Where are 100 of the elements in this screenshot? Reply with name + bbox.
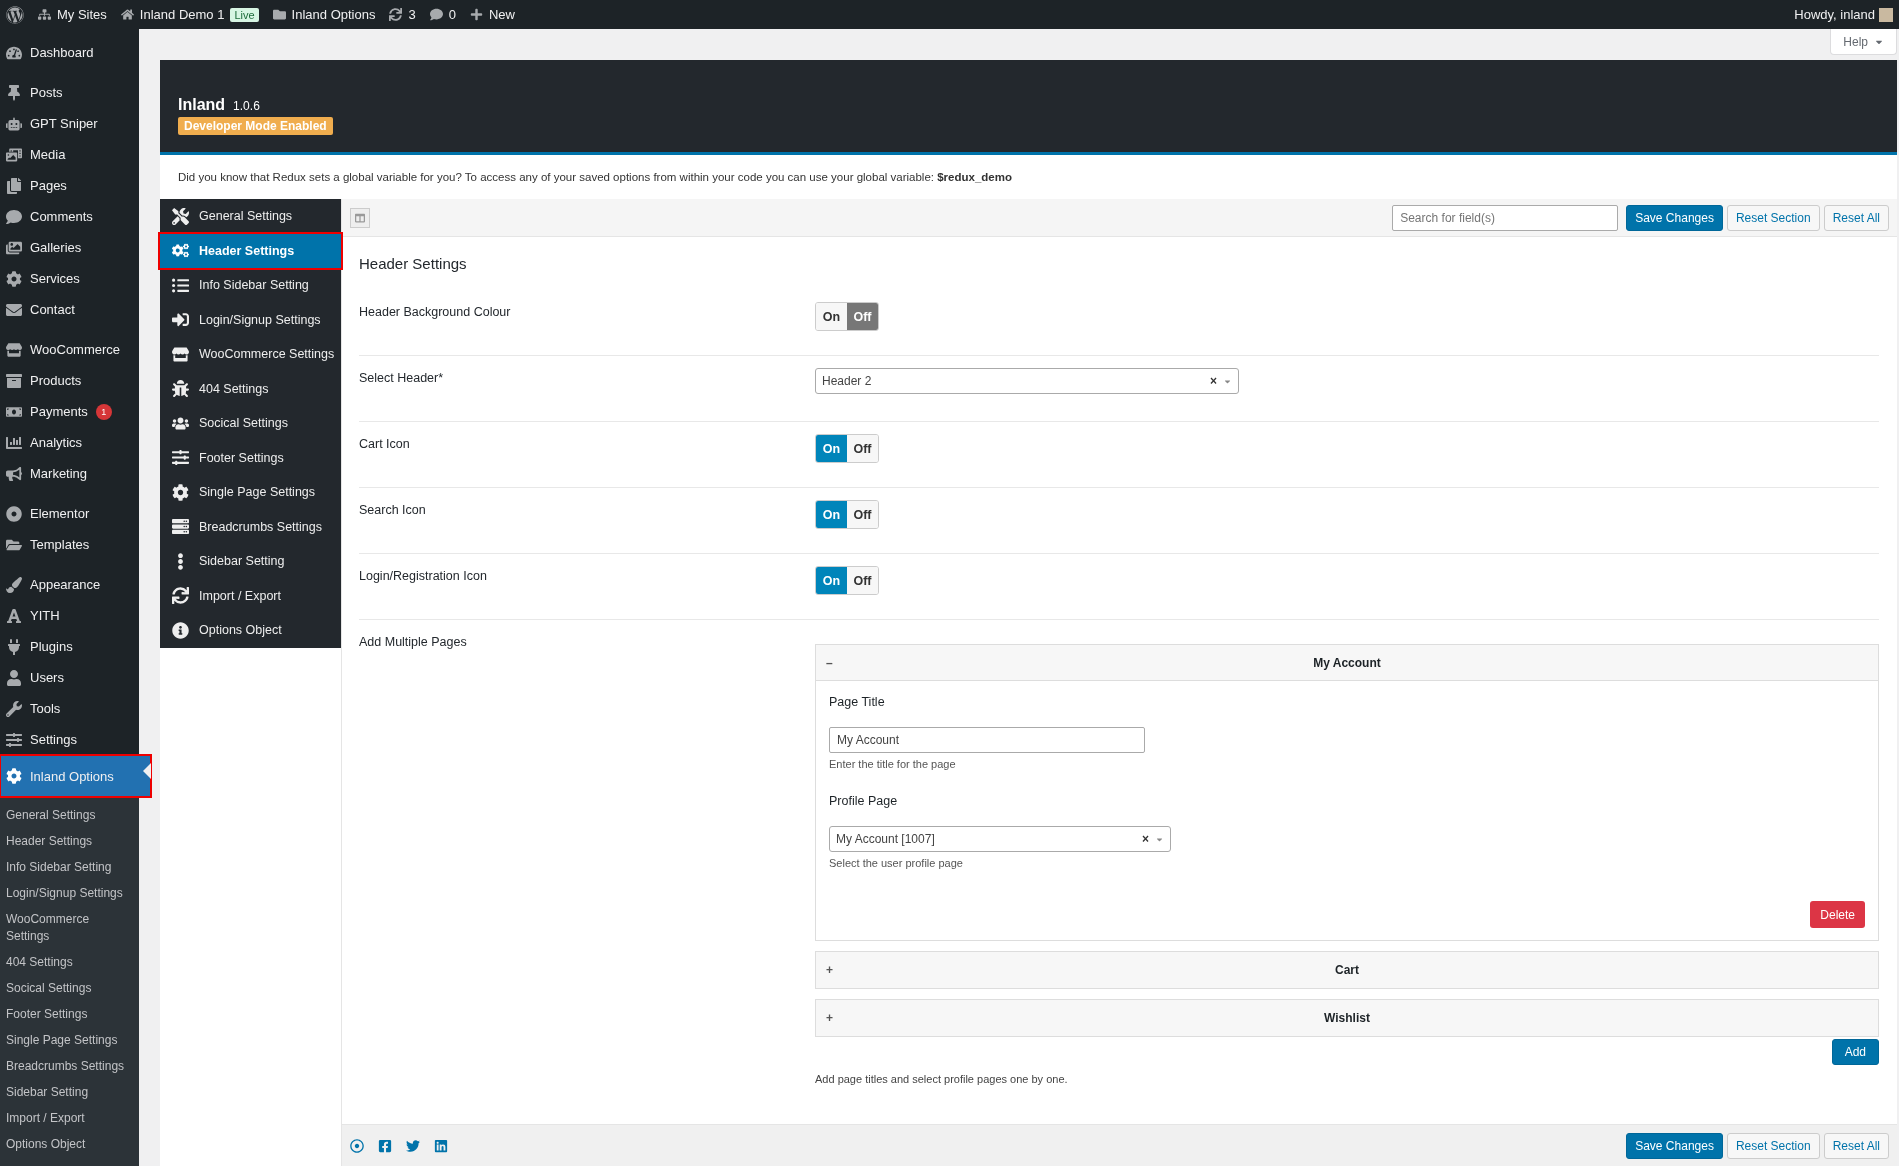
delete-button[interactable]: Delete <box>1810 901 1865 928</box>
menu-item[interactable]: Settings <box>0 724 139 755</box>
menu-item[interactable]: WooCommerce <box>0 334 139 365</box>
submenu-item[interactable]: Socical Settings <box>0 976 139 1002</box>
letter-icon <box>6 607 22 624</box>
menu-item[interactable]: Users <box>0 662 139 693</box>
nav-item[interactable]: Socical Settings <box>160 406 341 441</box>
submenu-item[interactable]: Header Settings <box>0 829 139 855</box>
on-option[interactable]: On <box>816 567 847 594</box>
toolbar-link[interactable]: 0 <box>429 7 456 22</box>
menu-item[interactable]: Contact <box>0 294 139 325</box>
menu-item[interactable]: Pages <box>0 170 139 201</box>
on-option[interactable]: On <box>816 303 847 330</box>
nav-item[interactable]: 404 Settings <box>160 371 341 406</box>
help-button[interactable]: Help <box>1830 29 1897 55</box>
submenu-item[interactable]: Options Object <box>0 1132 139 1158</box>
nav-item[interactable]: Login/Signup Settings <box>160 302 341 337</box>
reset-all-button[interactable]: Reset All <box>1823 204 1889 231</box>
submenu-item[interactable]: Import / Export <box>0 1106 139 1132</box>
nav-item[interactable]: Options Object <box>160 613 341 648</box>
plug-icon <box>6 638 22 655</box>
submenu-item[interactable]: WooCommerce Settings <box>0 907 139 950</box>
menu-item[interactable]: Comments <box>0 201 139 232</box>
wordpress-logo-icon[interactable] <box>6 5 24 24</box>
submenu-item[interactable]: Sidebar Setting <box>0 1080 139 1106</box>
settings-icon <box>172 483 189 501</box>
reset-all-button[interactable]: Reset All <box>1823 1132 1889 1159</box>
toolbar-link[interactable]: Inland Options <box>272 7 376 22</box>
menu-item[interactable]: Dashboard <box>0 37 139 68</box>
menu-item[interactable]: Payments 1 <box>0 396 139 427</box>
reset-section-button[interactable]: Reset Section <box>1726 204 1820 231</box>
submenu-item[interactable]: Login/Signup Settings <box>0 881 139 907</box>
menu-item[interactable]: Galleries <box>0 232 139 263</box>
off-option[interactable]: Off <box>847 567 878 594</box>
on-off-switch[interactable]: On Off <box>815 566 879 595</box>
nav-item[interactable]: Header Settings <box>160 233 341 268</box>
menu-item[interactable]: Elementor <box>0 498 139 529</box>
page-title-input[interactable]: My Account <box>829 727 1145 753</box>
nav-item[interactable]: Breadcrumbs Settings <box>160 509 341 544</box>
nav-item[interactable]: WooCommerce Settings <box>160 337 341 372</box>
menu-item[interactable]: GPT Sniper <box>0 108 139 139</box>
accordion-header[interactable]: – My Account <box>816 645 1878 681</box>
submenu-item[interactable]: Breadcrumbs Settings <box>0 1054 139 1080</box>
nav-item[interactable]: General Settings <box>160 199 341 234</box>
reset-section-button[interactable]: Reset Section <box>1726 1132 1820 1159</box>
linkedin-icon[interactable] <box>434 1138 448 1153</box>
on-option[interactable]: On <box>816 435 847 462</box>
nav-item[interactable]: Single Page Settings <box>160 475 341 510</box>
add-button[interactable]: Add <box>1831 1039 1879 1065</box>
menu-item[interactable]: Marketing <box>0 458 139 489</box>
menu-item[interactable]: Services <box>0 263 139 294</box>
submenu-item[interactable]: Single Page Settings <box>0 1028 139 1054</box>
submenu-item[interactable]: Info Sidebar Setting <box>0 855 139 881</box>
menu-item[interactable]: Inland Options <box>0 755 151 797</box>
avatar[interactable] <box>1879 7 1893 22</box>
twitter-icon[interactable] <box>406 1138 420 1153</box>
expand-icon[interactable] <box>350 207 370 228</box>
menu-item[interactable]: Templates <box>0 529 139 560</box>
select-field[interactable]: Header 2 × <box>815 368 1239 394</box>
facebook-icon[interactable] <box>378 1138 392 1153</box>
brush-icon <box>6 576 22 593</box>
submenu-item[interactable]: General Settings <box>0 803 139 829</box>
mail-icon <box>6 301 22 318</box>
save-button[interactable]: Save Changes <box>1626 204 1723 231</box>
off-option[interactable]: Off <box>847 303 878 330</box>
menu-item[interactable]: Analytics <box>0 427 139 458</box>
version-text: 1.0.6 <box>233 99 260 113</box>
toolbar-link[interactable]: 3 <box>389 7 416 22</box>
accordion-header[interactable]: + Wishlist <box>816 1000 1878 1036</box>
on-option[interactable]: On <box>816 501 847 528</box>
toolbar-link[interactable]: New <box>469 7 515 22</box>
submenu-item[interactable]: Footer Settings <box>0 1002 139 1028</box>
submenu-item[interactable]: 404 Settings <box>0 950 139 976</box>
live-badge: Live <box>230 7 259 22</box>
support-icon[interactable] <box>350 1138 364 1153</box>
greeting-text[interactable]: Howdy, inland <box>1794 7 1875 22</box>
nav-item[interactable]: Info Sidebar Setting <box>160 268 341 303</box>
menu-item[interactable]: Posts <box>0 77 139 108</box>
bar-chart-icon <box>6 434 22 451</box>
toolbar-link[interactable]: My Sites <box>38 7 107 22</box>
menu-item[interactable]: Plugins <box>0 631 139 662</box>
select-field[interactable]: My Account [1007] × <box>829 826 1171 852</box>
on-off-switch[interactable]: On Off <box>815 500 879 529</box>
accordion-header[interactable]: + Cart <box>816 952 1878 988</box>
count-badge: 1 <box>95 403 112 420</box>
save-button[interactable]: Save Changes <box>1626 1132 1723 1159</box>
menu-item[interactable]: Media <box>0 139 139 170</box>
nav-item[interactable]: Footer Settings <box>160 440 341 475</box>
menu-item[interactable]: YITH <box>0 600 139 631</box>
off-option[interactable]: Off <box>847 501 878 528</box>
off-option[interactable]: Off <box>847 435 878 462</box>
menu-item[interactable]: Appearance <box>0 569 139 600</box>
menu-item[interactable]: Products <box>0 365 139 396</box>
on-off-switch[interactable]: On Off <box>815 302 879 331</box>
search-field[interactable]: Search for field(s) <box>1392 204 1619 231</box>
nav-item[interactable]: Sidebar Setting <box>160 544 341 579</box>
menu-item[interactable]: Tools <box>0 693 139 724</box>
toolbar-link[interactable]: Inland Demo 1 <box>120 7 225 22</box>
nav-item[interactable]: Import / Export <box>160 578 341 613</box>
on-off-switch[interactable]: On Off <box>815 434 879 463</box>
